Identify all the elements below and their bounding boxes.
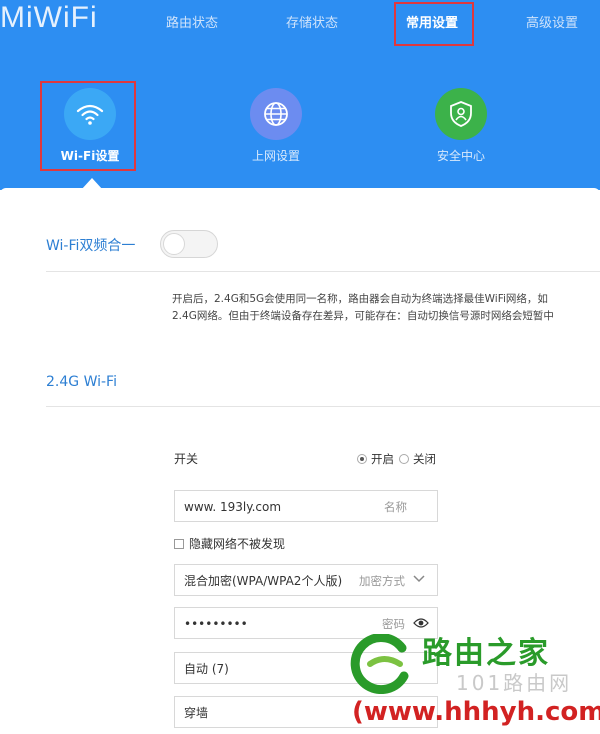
dual-band-description-line2: 2.4G网络。但由于终端设备存在差异，可能存在：自动切换信号源时网络会短暂中: [172, 310, 554, 322]
toggle-knob: [163, 233, 185, 255]
nav-advanced-settings[interactable]: 高级设置: [526, 14, 578, 34]
wifi-24g-title: 2.4G Wi-Fi: [46, 374, 117, 390]
channel-value: 自动 (7): [184, 662, 229, 676]
divider: [46, 406, 600, 407]
miwifi-logo: MiWiFi: [0, 1, 98, 34]
top-header: MiWiFi 路由状态 存储状态 常用设置 高级设置 Wi-Fi设置 上网设置 …: [0, 0, 600, 190]
switch-label: 开关: [174, 452, 199, 466]
ssid-input[interactable]: www. 193ly.com 名称: [174, 490, 438, 522]
subnav-highlight-box: [40, 81, 136, 171]
strength-value: 穿墙: [184, 706, 209, 720]
radio-on-dot: [357, 454, 367, 464]
ssid-value: www. 193ly.com: [184, 500, 282, 514]
dual-band-toggle[interactable]: [160, 230, 218, 258]
nav-storage-status[interactable]: 存储状态: [286, 14, 338, 34]
hide-network-checkbox[interactable]: 隐藏网络不被发现: [174, 535, 285, 552]
subnav-security-label: 安全中心: [436, 149, 485, 163]
radio-on-label: 开启: [371, 452, 394, 466]
radio-off[interactable]: 关闭: [399, 451, 436, 467]
encryption-hint: 加密方式: [359, 574, 405, 588]
radio-on[interactable]: 开启: [357, 451, 394, 467]
nav-router-status[interactable]: 路由状态: [166, 14, 218, 34]
site-watermark: 路由之家 101路由网 (www.hhhyh.com): [350, 630, 600, 734]
ssid-hint: 名称: [384, 500, 407, 514]
radio-off-label: 关闭: [413, 452, 436, 466]
checkbox-box: [174, 538, 184, 549]
divider: [46, 271, 600, 272]
encryption-select[interactable]: 混合加密(WPA/WPA2个人版) 加密方式: [174, 564, 438, 596]
dual-band-description-line1: 开启后，2.4G和5G会使用同一名称，路由器会自动为终端选择最佳WiFi网络，如: [172, 293, 548, 305]
hide-network-label: 隐藏网络不被发现: [189, 537, 286, 551]
password-value: •••••••••: [184, 617, 248, 631]
watermark-brand: 路由之家: [422, 636, 550, 671]
subnav-security-center[interactable]: 安全中心: [416, 88, 506, 164]
shield-icon: [435, 88, 487, 140]
watermark-sub: 101路由网: [456, 671, 573, 695]
dual-band-title: Wi-Fi双频合一: [46, 238, 136, 254]
subnav-internet-label: 上网设置: [251, 149, 300, 163]
radio-off-dot: [399, 454, 409, 464]
chevron-down-icon: [413, 573, 425, 587]
watermark-url: (www.hhhyh.com): [352, 697, 600, 727]
nav-highlight-box: [394, 2, 474, 46]
subnav-internet-settings[interactable]: 上网设置: [231, 88, 321, 164]
encryption-value: 混合加密(WPA/WPA2个人版): [184, 574, 343, 588]
globe-icon: [250, 88, 302, 140]
watermark-logo-icon: [350, 634, 409, 694]
